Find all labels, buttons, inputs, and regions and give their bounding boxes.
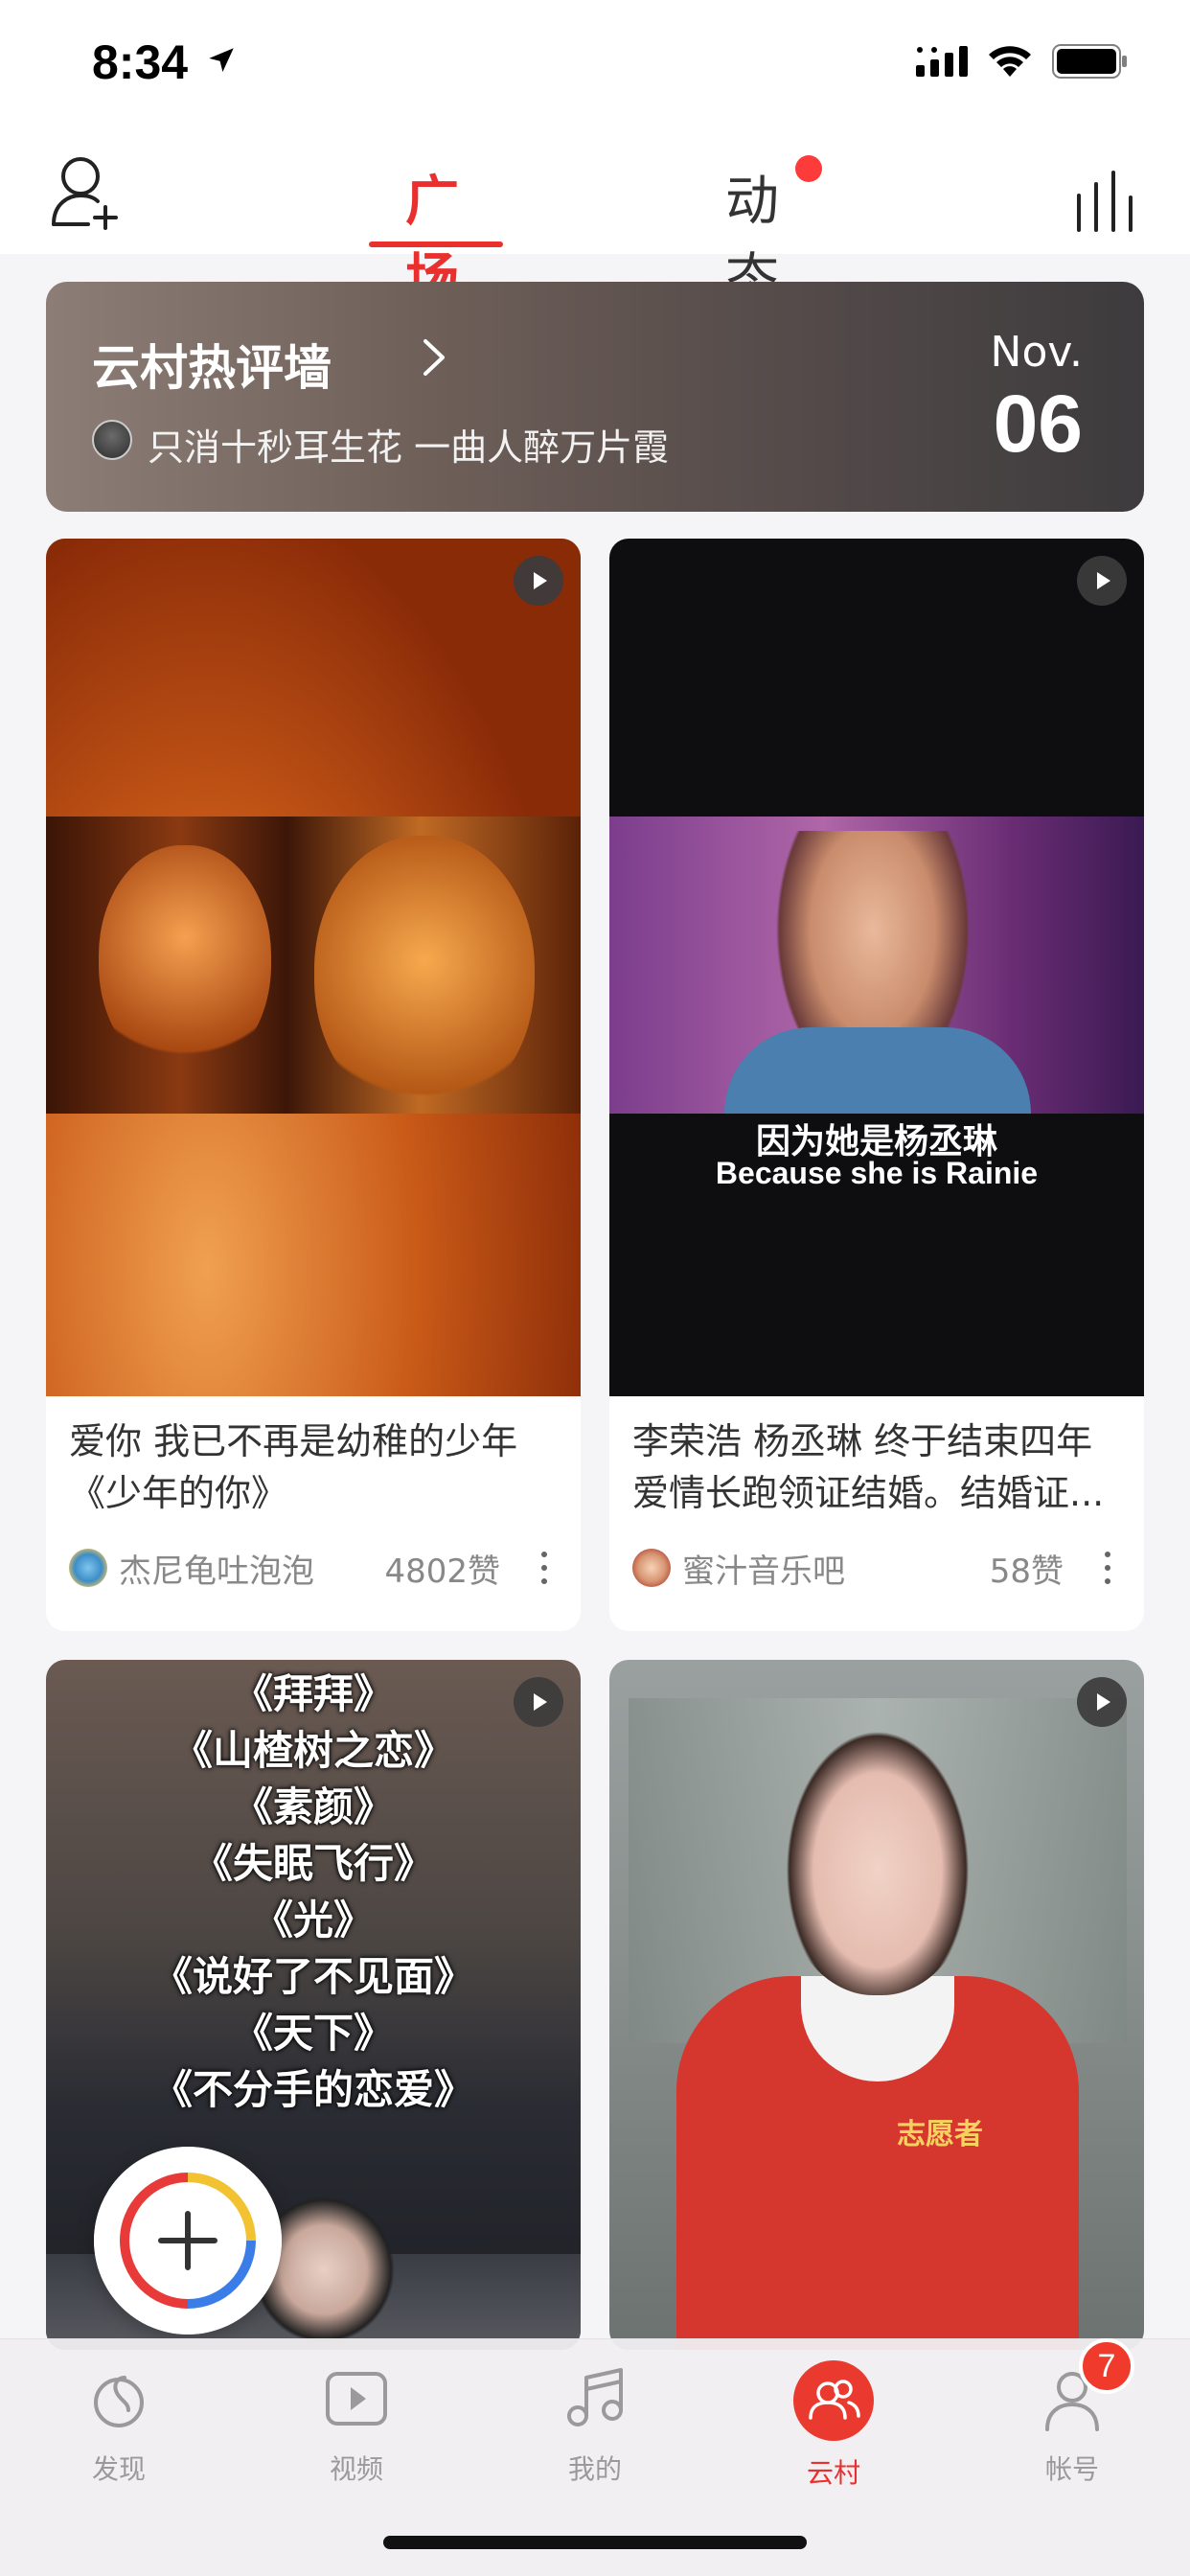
card-meta: 杰尼龟吐泡泡 4802赞 <box>69 1535 567 1592</box>
author-avatar[interactable] <box>69 1549 107 1587</box>
song-title: 《天下》 <box>232 2010 394 2057</box>
thumbnail-figure <box>314 836 535 1114</box>
author-name[interactable]: 杰尼龟吐泡泡 <box>119 1545 314 1592</box>
comment-avatar <box>92 420 132 460</box>
video-thumbnail[interactable]: 因为她是杨丞琳 Because she is Rainie <box>609 539 1144 1396</box>
play-icon <box>1077 556 1127 606</box>
play-icon <box>514 556 563 606</box>
thumbnail-figure <box>777 1717 978 1995</box>
card-title-line: 《少年的你》 <box>69 1472 288 1514</box>
battery-icon <box>1052 44 1127 79</box>
music-note-icon <box>567 2368 623 2426</box>
home-indicator <box>383 2536 807 2549</box>
more-vertical-icon[interactable] <box>535 1549 554 1587</box>
netease-music-icon <box>94 2376 144 2427</box>
thumbnail-figure <box>99 845 271 1075</box>
nav-label: 视频 <box>329 2453 383 2485</box>
chevron-right-icon <box>423 339 445 376</box>
active-nav-background <box>793 2360 874 2441</box>
nav-village[interactable]: 云村 <box>757 2360 910 2491</box>
more-vertical-icon[interactable] <box>1098 1549 1117 1587</box>
song-title: 《山楂树之恋》 <box>172 1727 454 1774</box>
status-time: 8:34 <box>92 35 189 89</box>
wifi-icon <box>989 46 1031 77</box>
author-name[interactable]: 蜜汁音乐吧 <box>682 1545 845 1592</box>
video-card[interactable]: 志愿者 <box>609 1660 1144 2350</box>
location-arrow-icon <box>209 48 234 73</box>
video-thumbnail[interactable]: 志愿者 <box>609 1660 1144 2350</box>
play-icon <box>1077 1677 1127 1727</box>
song-title: 《不分手的恋爱》 <box>151 2066 474 2113</box>
card-title-line: 李荣浩 杨丞琳 终于结束四年 <box>632 1420 1093 1462</box>
video-caption-en: Because she is Rainie <box>715 1156 1039 1190</box>
nav-label: 云村 <box>806 2457 860 2489</box>
nav-video[interactable]: 视频 <box>280 2360 433 2487</box>
song-title: 《光》 <box>252 1897 374 1944</box>
create-post-button[interactable] <box>94 2147 282 2334</box>
like-count: 58赞 <box>989 1552 1064 1591</box>
status-bar: 8:34 <box>0 0 1190 125</box>
video-card[interactable]: 因为她是杨丞琳 Because she is Rainie 李荣浩 杨丞琳 终于… <box>609 539 1144 1631</box>
card-title-line: 爱情长跑领证结婚。结婚证... <box>632 1472 1105 1514</box>
nav-label: 发现 <box>91 2453 146 2485</box>
nav-label: 帐号 <box>1044 2453 1099 2485</box>
hot-comment-banner[interactable]: 云村热评墙 只消十秒耳生花 一曲人醉万片霞 Nov. 06 <box>46 282 1144 512</box>
card-title-line: 爱你 我已不再是幼稚的少年 <box>69 1420 518 1462</box>
video-card[interactable]: 爱你 我已不再是幼稚的少年 《少年的你》 杰尼龟吐泡泡 4802赞 <box>46 539 581 1631</box>
banner-subtitle: 只消十秒耳生花 一曲人醉万片霞 <box>148 426 670 469</box>
banner-day: 06 <box>993 379 1083 469</box>
active-tab-indicator <box>369 242 503 247</box>
author-avatar[interactable] <box>632 1549 671 1587</box>
video-thumbnail[interactable] <box>46 539 581 1396</box>
music-chart-icon[interactable] <box>1073 163 1142 232</box>
nav-mine[interactable]: 我的 <box>518 2360 672 2487</box>
top-header: 广场 动态 <box>0 125 1190 310</box>
like-count: 4802赞 <box>384 1552 500 1591</box>
song-title: 《失眠飞行》 <box>192 1840 434 1887</box>
nav-label: 我的 <box>567 2453 622 2485</box>
add-friend-icon[interactable] <box>50 153 121 230</box>
volunteer-badge-text: 志愿者 <box>897 2118 983 2151</box>
banner-month: Nov. <box>990 328 1083 377</box>
play-icon <box>514 1677 563 1727</box>
community-icon <box>809 2380 860 2420</box>
card-title[interactable]: 爱你 我已不再是幼稚的少年 《少年的你》 <box>69 1415 558 1519</box>
account-notification-badge: 7 <box>1079 2338 1134 2394</box>
card-title[interactable]: 李荣浩 杨丞琳 终于结束四年 爱情长跑领证结婚。结婚证... <box>632 1415 1121 1519</box>
song-list-overlay: 《拜拜》 《山楂树之恋》 《素颜》 《失眠飞行》 《光》 《说好了不见面》 《天… <box>46 1666 581 2118</box>
card-meta: 蜜汁音乐吧 58赞 <box>632 1535 1131 1592</box>
cellular-signal-icon <box>916 46 968 77</box>
song-title: 《拜拜》 <box>232 1670 394 1717</box>
thumbnail-figure <box>724 1027 1031 1114</box>
banner-title: 云村热评墙 <box>92 340 332 396</box>
tab-notification-dot <box>795 155 822 182</box>
song-title: 《素颜》 <box>232 1783 394 1830</box>
song-title: 《说好了不见面》 <box>151 1953 474 2000</box>
video-play-icon <box>326 2372 387 2426</box>
nav-discover[interactable]: 发现 <box>42 2360 195 2487</box>
